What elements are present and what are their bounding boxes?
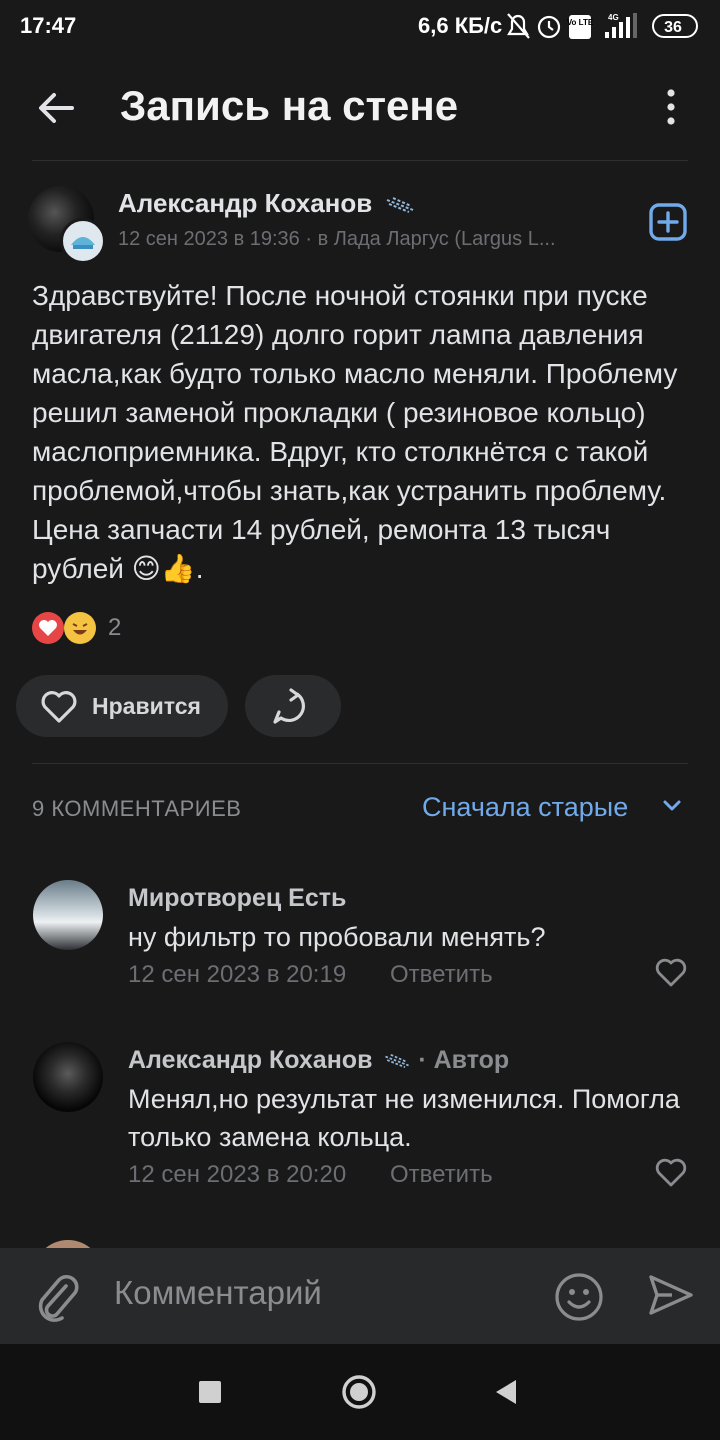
share-icon xyxy=(273,688,305,724)
battery-level: 36 xyxy=(664,19,682,36)
actions-divider xyxy=(32,763,688,764)
group-logo-icon xyxy=(71,237,95,249)
system-nav-bar xyxy=(0,1344,720,1440)
heart-outline-icon xyxy=(41,691,77,723)
alarm-icon xyxy=(537,15,561,39)
comment-like-icon[interactable] xyxy=(654,957,688,989)
sort-dropdown[interactable]: Сначала старые xyxy=(422,792,628,823)
comment-avatar[interactable] xyxy=(33,880,103,950)
volte-label: Vo LTE xyxy=(567,18,594,27)
verified-stripe-icon xyxy=(385,1054,410,1069)
reactions-count: 2 xyxy=(108,614,122,641)
post-author-name[interactable]: Александр Коханов xyxy=(118,188,415,219)
subscribe-plus-icon[interactable] xyxy=(648,202,688,242)
comment-input-bar: Комментарий xyxy=(0,1248,720,1344)
like-label: Нравится xyxy=(92,693,201,719)
status-icons: Vo LTE 4G 36 xyxy=(507,13,698,39)
comment-avatar[interactable] xyxy=(33,1042,103,1112)
reply-button[interactable]: Ответить xyxy=(390,961,493,989)
comment-author-label: Александр Коханов xyxy=(128,1046,373,1074)
back-triangle-icon[interactable] xyxy=(494,1379,518,1405)
comment-author[interactable]: Александр Коханов · Автор xyxy=(128,1046,509,1075)
home-circle-icon[interactable] xyxy=(341,1374,377,1410)
reply-button[interactable]: Ответить xyxy=(390,1161,493,1189)
comment-text: ну фильтр то пробовали менять? xyxy=(128,922,546,952)
mute-bell-icon xyxy=(507,13,530,39)
comment-input[interactable]: Комментарий xyxy=(114,1274,322,1312)
more-options-icon[interactable] xyxy=(656,86,686,130)
post-meta[interactable]: 12 сен 2023 в 19:36 · в Лада Ларгус (Lar… xyxy=(118,228,638,251)
status-bar: 17:47 6,6 КБ/с Vo LTE 4G 36 xyxy=(0,0,720,52)
recents-square-icon[interactable] xyxy=(198,1380,222,1404)
back-arrow-icon[interactable] xyxy=(34,86,78,130)
status-time: 17:47 xyxy=(20,13,77,38)
page-title: Запись на стене xyxy=(120,82,459,129)
comment-author[interactable]: Миротворец Есть xyxy=(128,884,346,913)
attach-clip-icon[interactable] xyxy=(32,1268,82,1324)
post-author-label: Александр Коханов xyxy=(118,188,373,218)
post-text: Здравствуйте! После ночной стоянки при п… xyxy=(32,280,678,584)
signal-icon: 4G xyxy=(605,13,637,38)
verified-stripe-icon xyxy=(387,197,414,214)
comment-time: 12 сен 2023 в 20:19 xyxy=(128,961,347,988)
send-icon[interactable] xyxy=(648,1272,694,1318)
emoji-smile-icon[interactable] xyxy=(554,1272,604,1322)
heart-reaction-icon xyxy=(32,612,64,644)
comment-like-icon[interactable] xyxy=(654,1157,688,1189)
like-button[interactable]: Нравится xyxy=(16,675,228,737)
share-button[interactable] xyxy=(245,675,341,737)
status-speed: 6,6 КБ/с xyxy=(418,13,503,38)
chevron-down-icon[interactable] xyxy=(662,796,682,816)
comment-text: Менял,но результат не изменился. Помогла… xyxy=(128,1084,680,1152)
network-label: 4G xyxy=(608,13,619,22)
group-avatar[interactable] xyxy=(60,218,106,264)
comments-count: 9 КОММЕНТАРИЕВ xyxy=(32,796,242,821)
laugh-reaction-icon xyxy=(64,612,96,644)
battery-icon: 36 xyxy=(652,14,698,38)
author-tag: · Автор xyxy=(418,1046,510,1074)
comment-time: 12 сен 2023 в 20:20 xyxy=(128,1161,347,1188)
header-divider xyxy=(32,160,688,161)
volte-icon: Vo LTE xyxy=(567,15,594,39)
